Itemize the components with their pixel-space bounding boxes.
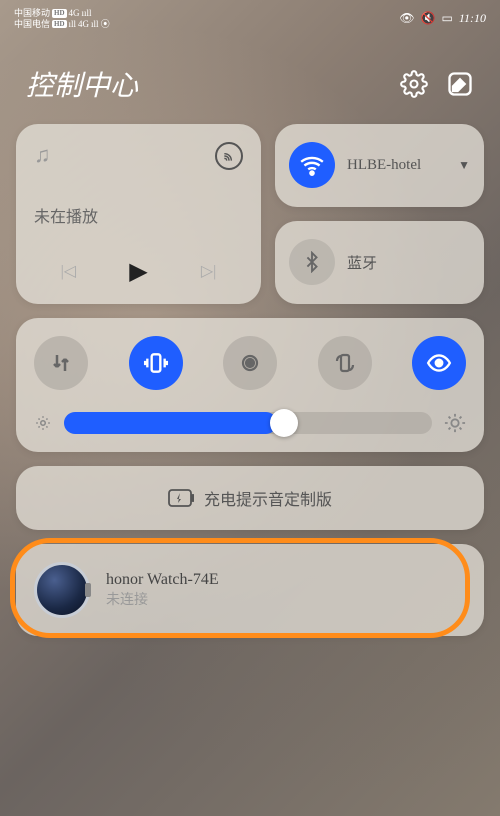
auto-rotate-toggle[interactable] [318, 336, 372, 390]
vibrate-icon: 🔇 [421, 11, 436, 26]
device-name: honor Watch-74E [106, 571, 219, 589]
vibrate-toggle[interactable] [129, 336, 183, 390]
wifi-tile[interactable]: HLBE-hotel ▼ [275, 124, 484, 207]
music-status-text: 未在播放 [34, 203, 243, 227]
status-bar: 中国移动HD 4G ııll 中国电信HD ıll 4G ıll ⦿ 👁 🔇 ▭… [0, 0, 500, 38]
brightness-high-icon [444, 412, 466, 434]
edit-icon[interactable] [446, 70, 474, 98]
charging-icon [168, 489, 194, 507]
eye-comfort-toggle[interactable] [412, 336, 466, 390]
battery-icon: ▭ [442, 11, 453, 26]
eye-icon: 👁 [399, 11, 414, 26]
settings-icon[interactable] [400, 70, 428, 98]
hotspot-toggle[interactable] [223, 336, 277, 390]
bluetooth-tile[interactable]: 蓝牙 [275, 221, 484, 304]
charge-sound-label: 充电提示音定制版 [204, 486, 332, 510]
charge-sound-tile[interactable]: 充电提示音定制版 [16, 466, 484, 530]
cast-icon[interactable] [215, 142, 243, 170]
quick-toggles-panel [16, 318, 484, 452]
status-left: 中国移动HD 4G ııll 中国电信HD ıll 4G ıll ⦿ [14, 8, 110, 30]
page-title: 控制中心 [26, 64, 138, 104]
brightness-low-icon [34, 414, 52, 432]
control-center-header: 控制中心 [16, 54, 484, 124]
wifi-label: HLBE-hotel [347, 157, 446, 174]
brightness-slider[interactable] [64, 412, 432, 434]
music-note-icon: ♫ [34, 142, 51, 168]
device-status: 未连接 [106, 589, 219, 609]
prev-track-button[interactable]: |◁ [61, 261, 77, 281]
music-panel[interactable]: ♫ 未在播放 |◁ ▶ ▷| [16, 124, 261, 304]
wifi-icon [289, 142, 335, 188]
bluetooth-icon [289, 239, 335, 285]
mobile-data-toggle[interactable] [34, 336, 88, 390]
bluetooth-label: 蓝牙 [347, 252, 470, 273]
brightness-slider-row [34, 412, 466, 434]
play-button[interactable]: ▶ [129, 257, 147, 286]
clock: 11:10 [459, 11, 486, 26]
status-right: 👁 🔇 ▭ 11:10 [399, 11, 486, 26]
wifi-expand-icon[interactable]: ▼ [458, 158, 470, 173]
next-track-button[interactable]: ▷| [201, 261, 217, 281]
brightness-thumb[interactable] [270, 409, 298, 437]
device-tile[interactable]: honor Watch-74E 未连接 [16, 544, 484, 636]
watch-image [34, 562, 90, 618]
